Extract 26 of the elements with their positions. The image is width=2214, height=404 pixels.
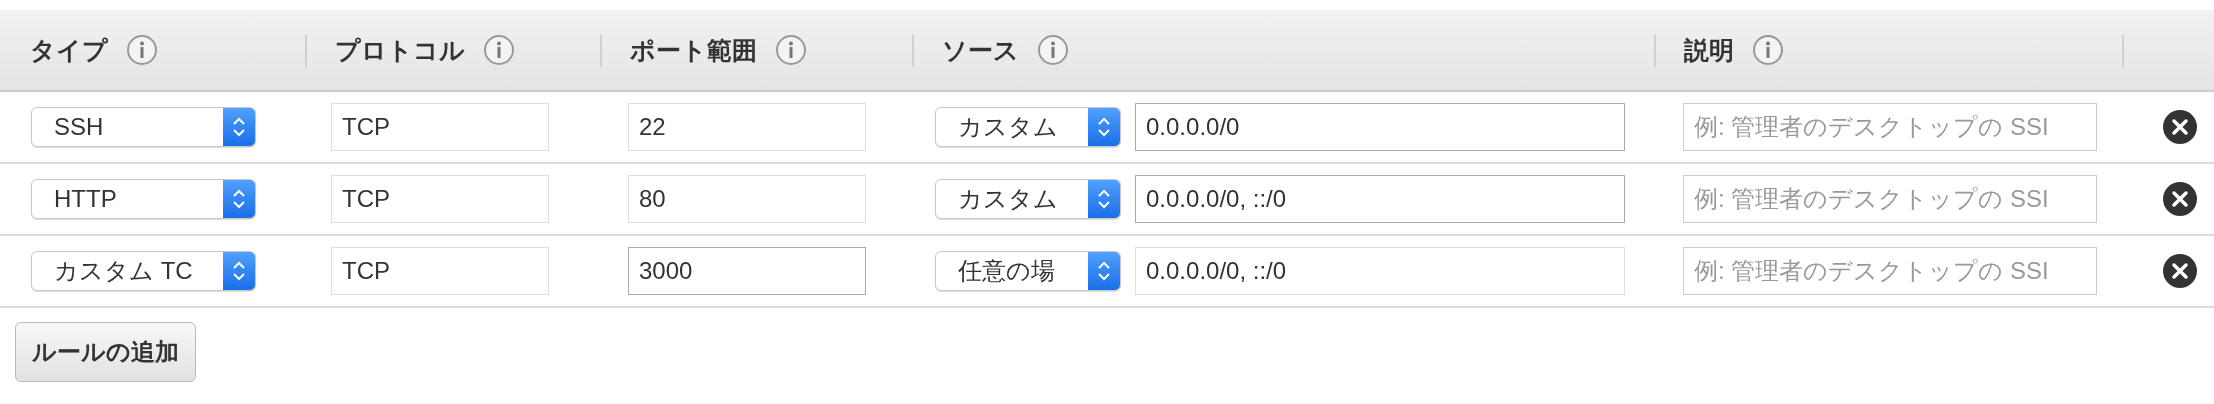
column-header: ソース [942, 34, 1019, 66]
source-select[interactable]: 任意の場 [935, 251, 1121, 291]
column-header: 説明 [1684, 34, 1734, 66]
info-icon[interactable] [483, 34, 515, 66]
column-header: ポート範囲 [630, 34, 757, 66]
remove-icon[interactable] [2162, 253, 2198, 289]
description-field[interactable]: 例: 管理者のデスクトップの SSI [1683, 247, 2097, 295]
cidr-field[interactable]: 0.0.0.0/0 [1135, 103, 1625, 151]
source-select[interactable]: カスタム [935, 179, 1121, 219]
info-icon[interactable] [126, 34, 158, 66]
info-icon[interactable] [775, 34, 807, 66]
source-select[interactable]: カスタム [935, 107, 1121, 147]
remove-icon[interactable] [2162, 181, 2198, 217]
type-select[interactable]: HTTP [31, 179, 256, 219]
type-select[interactable]: SSH [31, 107, 256, 147]
remove-icon[interactable] [2162, 109, 2198, 145]
type-select[interactable]: カスタム TC [31, 251, 256, 291]
description-field[interactable]: 例: 管理者のデスクトップの SSI [1683, 103, 2097, 151]
info-icon[interactable] [1037, 34, 1069, 66]
cidr-field[interactable]: 0.0.0.0/0, ::/0 [1135, 175, 1625, 223]
add-rule-button[interactable]: ルールの追加 [15, 322, 196, 382]
port-field[interactable]: 3000 [628, 247, 866, 295]
description-field[interactable]: 例: 管理者のデスクトップの SSI [1683, 175, 2097, 223]
column-header: タイプ [30, 34, 108, 66]
column-header: プロトコル [335, 34, 465, 66]
info-icon[interactable] [1752, 34, 1784, 66]
